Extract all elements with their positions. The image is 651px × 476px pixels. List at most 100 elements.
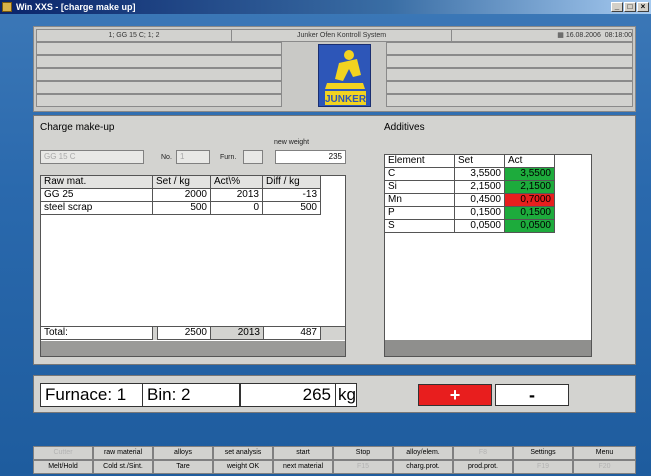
grade-field[interactable]: GG 15 C: [40, 150, 144, 164]
minimize-button[interactable]: _: [611, 2, 623, 12]
fkey-f19[interactable]: F19: [513, 460, 573, 474]
charge-title: Charge make-up: [40, 122, 115, 133]
header-blank-row-4b: [386, 81, 633, 94]
header-info-row: 1; GG 15 C; 1; 2 Junker Ofen Kontroll Sy…: [36, 29, 633, 42]
title-bar: Win XXS - [charge make up] _ □ ×: [0, 0, 651, 14]
new-weight-input[interactable]: 235: [275, 150, 346, 164]
header-blank-row-3b: [386, 68, 633, 81]
raw-table-footer: [41, 341, 345, 356]
add-row5-act: 0,0500: [505, 220, 555, 233]
new-weight-label: new weight: [274, 139, 310, 146]
main-panel: Charge make-up Additives GG 15 C No. 1 F…: [33, 115, 636, 365]
add-row5-set: 0,0500: [455, 220, 505, 233]
fkey-cutter[interactable]: Cutter: [33, 446, 93, 460]
fkey-f20[interactable]: F20: [573, 460, 636, 474]
fkey-tare[interactable]: Tare: [153, 460, 213, 474]
fkey-start[interactable]: start: [273, 446, 333, 460]
date-text: 16.08.2006: [565, 32, 601, 39]
col-set: Set / kg: [153, 176, 211, 189]
fkey-f8[interactable]: F8: [453, 446, 513, 460]
app-icon: [2, 2, 12, 12]
fkey-settings[interactable]: Settings: [513, 446, 573, 460]
row2-act: 0: [211, 202, 263, 215]
fkey-raw-material[interactable]: raw material: [93, 446, 153, 460]
fkey-prod-prot[interactable]: prod.prot.: [453, 460, 513, 474]
time-text: 08:18:00: [604, 32, 632, 39]
row1-act: 2013: [211, 189, 263, 202]
total-diff: 487: [263, 327, 321, 340]
fkey-weight-ok[interactable]: weight OK: [213, 460, 273, 474]
function-keys: Cutter raw material alloys set analysis …: [33, 446, 636, 476]
logo-text: JUNKER: [325, 94, 367, 105]
bottom-panel: Furnace: 1 Bin: 2 265 kg + -: [33, 375, 636, 413]
weight-display: 265: [240, 383, 336, 407]
col-act: Act\%: [211, 176, 263, 189]
header-blank-row-2b: [386, 55, 633, 68]
unit-display: kg: [335, 383, 357, 407]
add-row1-act: 3,5500: [505, 168, 555, 181]
minus-button[interactable]: -: [495, 384, 569, 406]
calendar-icon: ▦: [557, 32, 566, 39]
row2-mat[interactable]: steel scrap: [41, 202, 153, 215]
plus-button[interactable]: +: [418, 384, 492, 406]
add-row1-el[interactable]: C: [385, 168, 455, 181]
total-label: Total:: [41, 327, 153, 340]
add-row3-el[interactable]: Mn: [385, 194, 455, 207]
close-button[interactable]: ×: [637, 2, 649, 12]
fkey-alloy-elem[interactable]: alloy/elem.: [393, 446, 453, 460]
header-blank-row-1: [36, 42, 282, 55]
window-controls: _ □ ×: [611, 2, 649, 12]
fkey-alloys[interactable]: alloys: [153, 446, 213, 460]
fkey-charg-prot[interactable]: charg.prot.: [393, 460, 453, 474]
header-blank-row-2: [36, 55, 282, 68]
app-window: Win XXS - [charge make up] _ □ × 1; GG 1…: [0, 0, 651, 476]
fkey-menu[interactable]: Menu: [573, 446, 636, 460]
window-title: Win XXS - [charge make up]: [16, 2, 136, 12]
additives-table: Element Set Act C 3,5500 3,5500 Si 2,150…: [384, 154, 592, 357]
furnace-label: Furn.: [220, 154, 237, 161]
no-field[interactable]: 1: [176, 150, 210, 164]
system-name: Junker Ofen Kontroll System: [232, 30, 452, 41]
no-label: No.: [161, 154, 172, 161]
header-blank-row-1b: [386, 42, 633, 55]
total-set: 2500: [157, 327, 211, 340]
total-row: Total: 2500 2013 487: [41, 326, 345, 340]
additives-title: Additives: [384, 122, 425, 133]
col-element: Element: [385, 155, 455, 168]
header-blank-row-4: [36, 81, 282, 94]
add-row5-el[interactable]: S: [385, 220, 455, 233]
header-blank-row-5: [36, 94, 282, 107]
add-row4-act: 0,1500: [505, 207, 555, 220]
row2-diff: 500: [263, 202, 321, 215]
restore-button[interactable]: □: [624, 2, 636, 12]
col-add-act: Act: [505, 155, 555, 168]
row2-set[interactable]: 500: [153, 202, 211, 215]
header-blank-row-3: [36, 68, 282, 81]
add-row2-act: 2,1500: [505, 181, 555, 194]
add-row3-act: 0,7000: [505, 194, 555, 207]
row1-diff: -13: [263, 189, 321, 202]
row1-set[interactable]: 2000: [153, 189, 211, 202]
add-row4-el[interactable]: P: [385, 207, 455, 220]
col-diff: Diff / kg: [263, 176, 321, 189]
total-act: 2013: [211, 327, 263, 340]
charge-info: 1; GG 15 C; 1; 2: [37, 30, 232, 41]
col-add-set: Set: [455, 155, 505, 168]
junker-logo: JUNKER: [318, 44, 371, 107]
add-row2-el[interactable]: Si: [385, 181, 455, 194]
header-blank-row-5b: [386, 94, 633, 107]
furnace-field[interactable]: [243, 150, 263, 164]
fkey-stop[interactable]: Stop: [333, 446, 393, 460]
row1-mat[interactable]: GG 25: [41, 189, 153, 202]
bin-display: Bin: 2: [142, 383, 240, 407]
add-row4-set: 0,1500: [455, 207, 505, 220]
fkey-f15[interactable]: F15: [333, 460, 393, 474]
fkey-cold-start[interactable]: Cold st./Sint.: [93, 460, 153, 474]
furnace-display: Furnace: 1: [40, 383, 143, 407]
fkey-melt-hold[interactable]: Melt/Hold: [33, 460, 93, 474]
fkey-next-material[interactable]: next material: [273, 460, 333, 474]
add-row1-set: 3,5500: [455, 168, 505, 181]
add-row2-set: 2,1500: [455, 181, 505, 194]
fkey-set-analysis[interactable]: set analysis: [213, 446, 273, 460]
raw-material-table: Raw mat. Set / kg Act\% Diff / kg GG 25 …: [40, 175, 346, 357]
